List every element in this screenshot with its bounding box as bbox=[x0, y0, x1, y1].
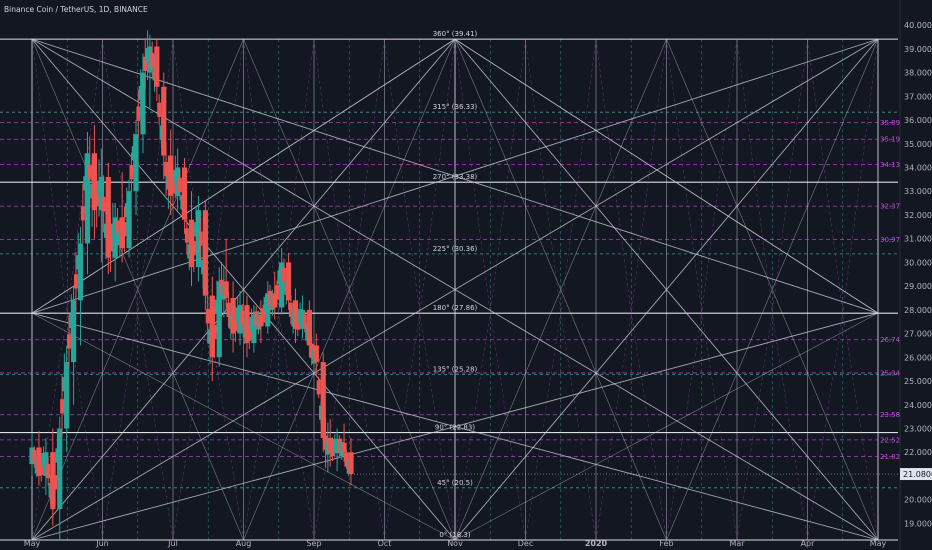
candle-body bbox=[205, 309, 210, 324]
price-tick-label: 31.0000 bbox=[904, 235, 932, 244]
candle-body bbox=[240, 310, 245, 325]
angle-level-label: 225° (30.36) bbox=[433, 245, 478, 253]
candle-body bbox=[108, 237, 113, 252]
price-tick-label: 25.0000 bbox=[904, 377, 932, 386]
time-tick-label: Mar bbox=[729, 539, 745, 548]
chart-background bbox=[0, 0, 932, 550]
price-tick-label: 33.0000 bbox=[904, 187, 932, 196]
candle-body bbox=[46, 464, 51, 479]
angle-level-label: 135° (25.28) bbox=[433, 365, 478, 373]
candle-body bbox=[73, 274, 78, 289]
candle-body bbox=[177, 177, 182, 192]
gann-chart[interactable]: 35.89 35.19 34.13 32.37 30.97 26.74 25.34 23.58… bbox=[0, 0, 932, 550]
time-tick-label: Jul bbox=[167, 539, 178, 548]
time-tick-label: Oct bbox=[378, 539, 392, 548]
price-level-label: 23.58 bbox=[880, 411, 900, 419]
price-tick-label: 26.0000 bbox=[904, 353, 932, 362]
price-tick-label: 37.0000 bbox=[904, 92, 932, 101]
price-level-label: 35.19 bbox=[880, 136, 900, 144]
current-price-label: 21.0800 bbox=[903, 470, 932, 479]
candle-body bbox=[126, 191, 132, 249]
time-tick-label: 2020 bbox=[585, 539, 608, 548]
price-level-label: 32.37 bbox=[880, 203, 900, 211]
candle-body bbox=[164, 161, 169, 177]
candle-body bbox=[122, 222, 127, 237]
price-tick-label: 34.0000 bbox=[904, 163, 932, 172]
price-tick-label: 32.0000 bbox=[904, 211, 932, 220]
candle-body bbox=[181, 167, 188, 220]
time-tick-label: Apr bbox=[801, 539, 816, 548]
price-tick-label: 40.0000 bbox=[904, 21, 932, 30]
candle-body bbox=[150, 52, 155, 68]
price-level-label: 22.52 bbox=[880, 436, 900, 444]
price-tick-label: 30.0000 bbox=[904, 258, 932, 267]
price-level-label: 21.82 bbox=[880, 453, 900, 461]
time-tick-label: Sep bbox=[306, 539, 321, 548]
angle-level-label: 270° (33.38) bbox=[433, 173, 478, 181]
time-tick-label: Aug bbox=[236, 539, 252, 548]
candle-body bbox=[133, 134, 139, 192]
price-level-label: 35.89 bbox=[880, 119, 900, 127]
candle-body bbox=[157, 102, 162, 117]
price-tick-label: 24.0000 bbox=[904, 401, 932, 410]
angle-level-label: 315° (36.33) bbox=[433, 103, 478, 111]
candle-body bbox=[282, 267, 286, 283]
angle-level-label: 45° (20.5) bbox=[437, 479, 473, 487]
candle-body bbox=[212, 324, 217, 340]
candle-body bbox=[101, 196, 106, 211]
candle-body bbox=[57, 428, 63, 510]
angle-level-label: 0° (18.3) bbox=[439, 531, 470, 539]
price-tick-label: 39.0000 bbox=[904, 45, 932, 54]
time-tick-label: May bbox=[870, 539, 887, 548]
time-tick-label: Jun bbox=[95, 539, 109, 548]
price-tick-label: 22.0000 bbox=[904, 448, 932, 457]
price-level-label: 26.74 bbox=[880, 336, 901, 344]
candle-body bbox=[80, 206, 85, 221]
candle-body bbox=[67, 334, 71, 349]
candle-body bbox=[348, 452, 354, 475]
candle-body bbox=[154, 46, 160, 87]
chart-title: Binance Coin / TetherUS, 1D, BINANCE bbox=[4, 5, 148, 14]
angle-level-label: 360° (39.41) bbox=[433, 30, 478, 38]
candle-body bbox=[184, 228, 189, 243]
price-axis-background bbox=[900, 0, 932, 550]
price-tick-label: 36.0000 bbox=[904, 116, 932, 125]
angle-level-label: 90° (22.83) bbox=[435, 424, 475, 432]
candle-body bbox=[77, 243, 84, 301]
candle-body bbox=[275, 285, 279, 300]
time-tick-label: Feb bbox=[659, 539, 673, 548]
time-tick-label: Nov bbox=[447, 539, 463, 548]
candle-body bbox=[316, 380, 321, 395]
price-level-label: 25.34 bbox=[880, 369, 901, 377]
candle-body bbox=[53, 475, 58, 490]
candle-body bbox=[64, 362, 70, 429]
price-tick-label: 35.0000 bbox=[904, 140, 932, 149]
price-axis[interactable]: 40.0000 39.0000 38.0000 37.0000 36.0000 35.00… bbox=[899, 0, 932, 550]
candle-body bbox=[285, 262, 292, 301]
candle-body bbox=[198, 231, 203, 246]
candle-body bbox=[60, 399, 64, 414]
price-tick-label: 19.0000 bbox=[904, 519, 932, 528]
price-tick-label: 29.0000 bbox=[904, 282, 932, 291]
candle-body bbox=[202, 210, 208, 296]
price-tick-label: 28.0000 bbox=[904, 306, 932, 315]
price-tick-label: 27.0000 bbox=[904, 330, 932, 339]
price-tick-label: 23.0000 bbox=[904, 424, 932, 433]
price-tick-label: 38.0000 bbox=[904, 69, 932, 78]
price-tick-label: 20.0000 bbox=[904, 496, 932, 505]
angle-level-label: 180° (27.86) bbox=[433, 304, 478, 312]
candle-body bbox=[87, 165, 92, 180]
time-tick-label: May bbox=[24, 539, 41, 548]
price-level-label: 30.97 bbox=[880, 236, 900, 244]
candle-body bbox=[136, 106, 141, 121]
price-level-label: 34.13 bbox=[880, 161, 900, 169]
candle-body bbox=[313, 345, 319, 363]
time-tick-label: Dec bbox=[518, 539, 533, 548]
candle-body bbox=[191, 241, 196, 256]
candle-body bbox=[129, 165, 134, 180]
